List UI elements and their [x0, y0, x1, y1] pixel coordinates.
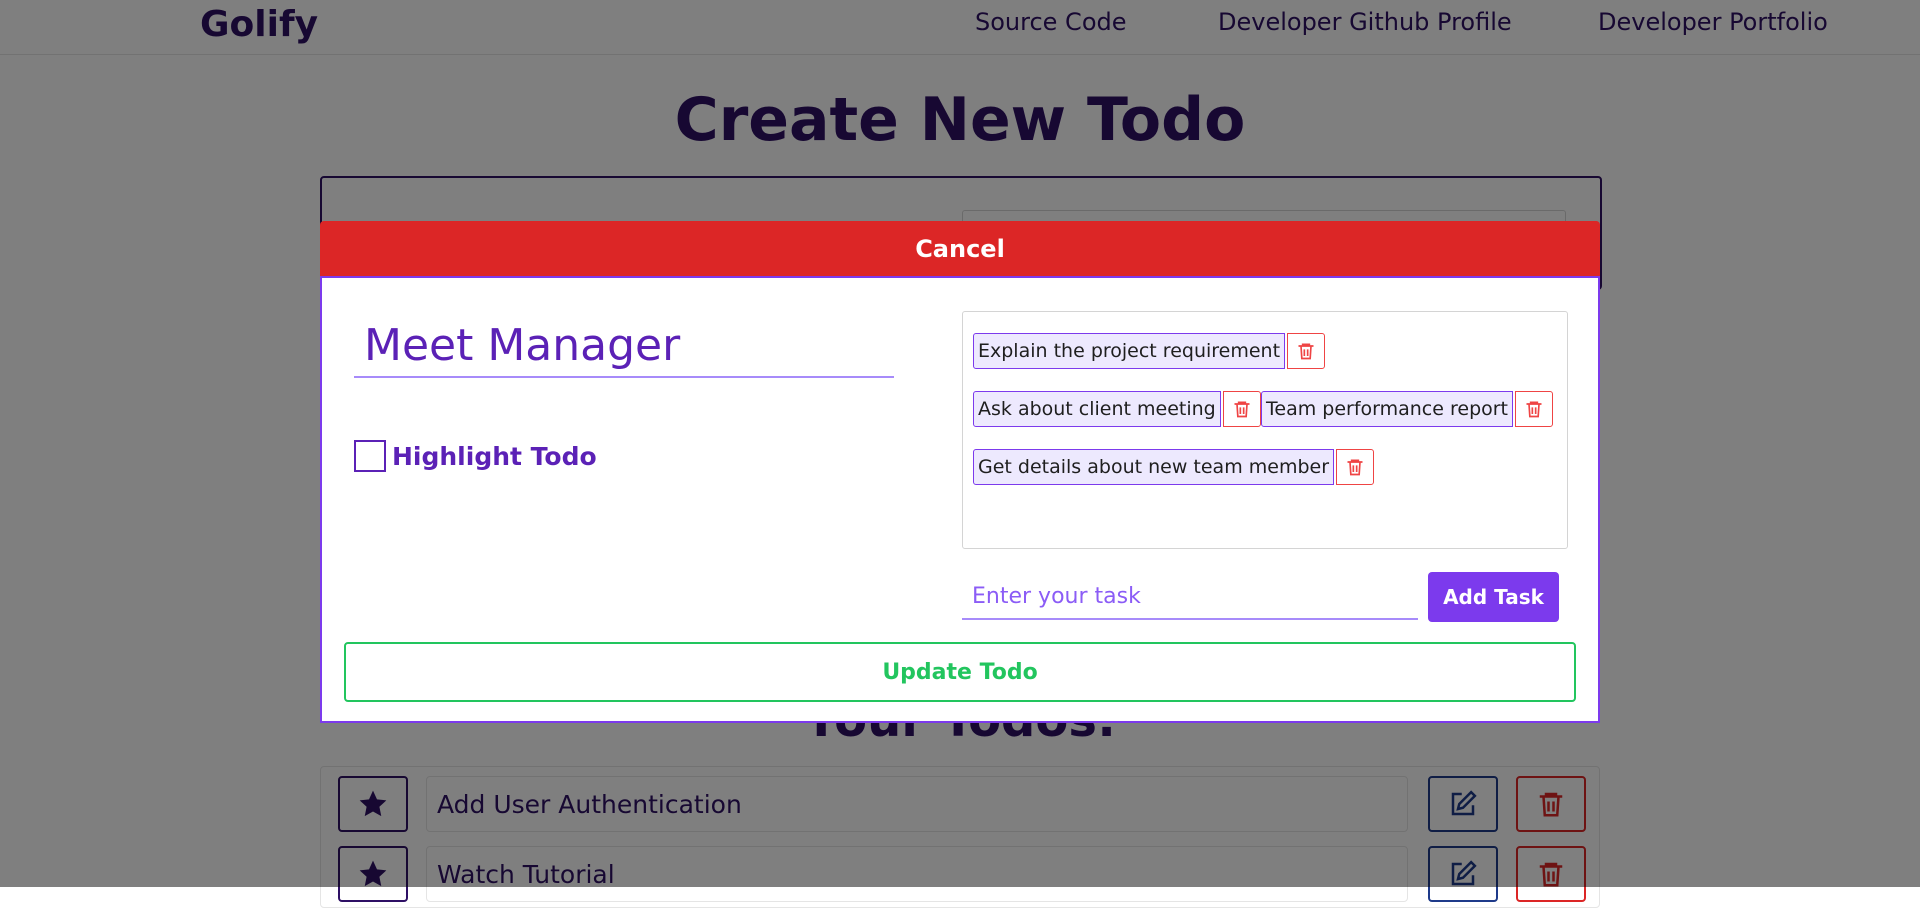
task-chip: Team performance report [1261, 391, 1554, 427]
task-text: Team performance report [1261, 391, 1514, 427]
trash-icon [1298, 343, 1314, 360]
task-delete-button[interactable] [1336, 449, 1375, 485]
highlight-checkbox[interactable] [354, 440, 386, 472]
cancel-button[interactable]: Cancel [320, 221, 1600, 276]
task-chip: Get details about new team member [973, 449, 1375, 485]
task-delete-button[interactable] [1515, 391, 1554, 427]
todo-title-input[interactable] [354, 314, 894, 378]
edit-todo-modal: Highlight Todo Explain the project requi… [320, 276, 1600, 723]
update-todo-button[interactable]: Update Todo [344, 642, 1576, 702]
highlight-label: Highlight Todo [392, 441, 597, 471]
task-list: Explain the project requirement Ask abou… [962, 311, 1568, 549]
task-text: Ask about client meeting [973, 391, 1221, 427]
add-task-button[interactable]: Add Task [1428, 572, 1559, 622]
highlight-toggle[interactable]: Highlight Todo [354, 440, 597, 472]
trash-icon [1526, 401, 1542, 418]
task-text: Explain the project requirement [973, 333, 1286, 369]
trash-icon [1347, 459, 1363, 476]
task-delete-button[interactable] [1222, 391, 1261, 427]
task-delete-button[interactable] [1287, 333, 1326, 369]
task-chip: Ask about client meeting [973, 391, 1261, 427]
trash-icon [1234, 401, 1250, 418]
task-chip: Explain the project requirement [973, 333, 1326, 369]
task-text: Get details about new team member [973, 449, 1335, 485]
task-input[interactable] [962, 574, 1418, 620]
